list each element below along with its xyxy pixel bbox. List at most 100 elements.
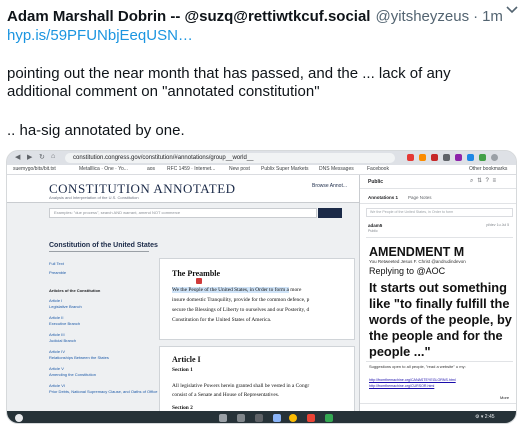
tweet-link[interactable]: hyp.is/59PFUNbjEeqUSN… <box>7 27 193 44</box>
toc-link[interactable]: Article V <box>49 366 64 371</box>
system-tray[interactable]: ⚙ ▾ 2:45 <box>475 414 495 420</box>
bookmark-item[interactable]: Publix Super Markets <box>261 166 309 172</box>
article-line-1: All legislative Powers herein granted sh… <box>172 383 310 389</box>
toc-heading: Articles of the Constitution <box>49 288 101 293</box>
app-icon[interactable] <box>255 414 263 422</box>
bookmark-item[interactable]: suemygo/bits/bit.txt <box>13 166 56 172</box>
divider <box>366 361 513 362</box>
browse-link[interactable]: Browse Annot... <box>312 183 347 189</box>
sidebar-footer <box>360 403 516 411</box>
annotation-timestamp[interactable]: yt/dev 1u Jul 5 <box>486 223 509 227</box>
retweet-line: You Retweeted Jesus F. Christ @andrudind… <box>369 259 466 264</box>
toc-link[interactable]: Full Text <box>49 261 64 266</box>
toc-link[interactable]: Prior Debts, National Supremacy Clause, … <box>49 389 157 394</box>
tweet-timestamp[interactable]: 1m <box>482 8 503 25</box>
amendment-heading: AMENDMENT M <box>369 245 465 259</box>
sidebar-toolbar: Public ⌕ ⇅ ? ≡ <box>360 175 516 189</box>
toc-link[interactable]: Article III <box>49 332 65 337</box>
reply-line: Replying to @AOC <box>369 266 446 276</box>
preamble-line-2: insure domestic Tranquility, provide for… <box>172 297 310 303</box>
hypothesis-sidebar: Public ⌕ ⇅ ? ≡ Annotations 1 Page Notes … <box>359 175 516 411</box>
article-card: Article I Section 1 All legislative Powe… <box>159 346 355 411</box>
annotation-author[interactable]: adam5 <box>368 223 382 228</box>
app-icon[interactable] <box>307 414 315 422</box>
attached-screenshot[interactable]: ◀ ▶ ↻ ⌂ constitution.congress.gov/consti… <box>6 150 517 424</box>
tweet-body-line-2: additional comment on "annotated constit… <box>7 83 320 100</box>
app-icon[interactable] <box>273 414 281 422</box>
preamble-card: The Preamble We the People of the United… <box>159 258 355 340</box>
toc-link[interactable]: Executive Branch <box>49 321 80 326</box>
more-button[interactable]: More <box>500 395 509 400</box>
toc-divider <box>49 251 149 252</box>
tab-page-notes[interactable]: Page Notes <box>408 195 432 200</box>
bookmark-item[interactable]: New post <box>229 166 250 172</box>
extension-icon[interactable] <box>419 154 426 161</box>
extension-icon[interactable] <box>443 154 450 161</box>
preamble-line-1[interactable]: We the People of the United States, in O… <box>172 287 301 293</box>
toc-link[interactable]: Article I <box>49 298 62 303</box>
author-display-name[interactable]: Adam Marshall Dobrin -- @suzq@rettiwtkcu… <box>7 8 370 25</box>
toc-link[interactable]: Article VI <box>49 383 65 388</box>
address-bar[interactable]: constitution.congress.gov/constitution/#… <box>65 153 395 163</box>
toc-link[interactable]: Amending the Constitution <box>49 372 96 377</box>
toc-link[interactable]: Judicial Branch <box>49 338 76 343</box>
bookmark-item[interactable]: DNS Messages <box>319 166 354 172</box>
annotation-link[interactable]: http://fromthemachine.org/CANASTEYEGLORN… <box>369 378 456 382</box>
divider <box>366 237 513 238</box>
toc-title: Constitution of the United States <box>49 242 158 249</box>
preamble-title: The Preamble <box>172 269 221 278</box>
quote-line: the people and for the <box>369 328 503 343</box>
annotation-group: Public <box>368 229 378 233</box>
home-icon[interactable]: ⌂ <box>51 153 55 160</box>
quote-line: like "to finally fulfill the <box>369 296 510 311</box>
site-search-input[interactable]: Examples: "due process", search AND warr… <box>49 208 317 218</box>
bookmark-item[interactable]: Facebook <box>367 166 389 172</box>
back-icon[interactable]: ◀ <box>15 153 20 161</box>
reload-icon[interactable]: ↻ <box>39 153 45 161</box>
sidebar-toolbar-icons[interactable]: ⌕ ⇅ ? ≡ <box>470 178 497 185</box>
annotation-link[interactable]: http://fromthemachine.org/CURSOR.html <box>369 384 434 388</box>
annotation-highlight[interactable]: We the People of the United States, in O… <box>172 287 289 293</box>
hypothesis-extension-icon[interactable] <box>431 154 438 161</box>
bookmark-item[interactable]: aos <box>147 166 155 172</box>
search-button[interactable] <box>318 208 342 218</box>
extension-icon[interactable] <box>455 154 462 161</box>
forward-icon[interactable]: ▶ <box>27 153 32 161</box>
tab-annotations[interactable]: Annotations 1 <box>368 195 398 200</box>
preamble-line-1-rest: more <box>288 287 302 293</box>
toc-link[interactable]: Relationships Between the States <box>49 355 109 360</box>
highlight-marker-icon[interactable] <box>196 278 202 284</box>
chrome-icon[interactable] <box>289 414 297 422</box>
suggestion-line: Suggestions open to all people, "read a … <box>369 364 466 369</box>
article-title: Article I <box>172 355 201 364</box>
browser-tab-bar: ◀ ▶ ↻ ⌂ constitution.congress.gov/consti… <box>7 151 516 165</box>
section-title: Section 1 <box>172 367 193 373</box>
author-handle[interactable]: @yitsheyzeus <box>375 8 469 25</box>
bookmark-item[interactable]: Metalllica · One · Yo... <box>79 166 128 172</box>
preamble-line-3: secure the Blessings of Liberty to ourse… <box>172 307 310 313</box>
annotation-quote[interactable]: We the People of the United States, in O… <box>366 208 513 217</box>
bookmarks-bar: suemygo/bits/bit.txt Metalllica · One · … <box>7 165 516 175</box>
toc-link[interactable]: Legislative Branch <box>49 304 82 309</box>
tab-divider <box>360 203 516 204</box>
app-icon[interactable] <box>237 414 245 422</box>
extension-icon[interactable] <box>407 154 414 161</box>
site-header: CONSTITUTION ANNOTATED Analysis and Inte… <box>7 175 359 203</box>
extension-icon[interactable] <box>467 154 474 161</box>
quote-line: It starts out something <box>369 280 507 295</box>
files-icon[interactable] <box>219 414 227 422</box>
group-selector[interactable]: Public <box>368 179 383 185</box>
toc-link[interactable]: Preamble <box>49 270 66 275</box>
extension-icon[interactable] <box>479 154 486 161</box>
chevron-down-icon[interactable] <box>505 2 519 16</box>
toc-link[interactable]: Article IV <box>49 349 65 354</box>
toc-link[interactable]: Article II <box>49 315 63 320</box>
bookmark-item[interactable]: RFC 1459 · Internet... <box>167 166 215 172</box>
profile-icon[interactable] <box>491 154 498 161</box>
tweet-body-line-1: pointing out the near month that has pas… <box>7 65 451 82</box>
launcher-icon[interactable] <box>15 414 23 422</box>
app-icon[interactable] <box>325 414 333 422</box>
preamble-line-4: Constitution for the United States of Am… <box>172 317 272 323</box>
os-shelf: ⚙ ▾ 2:45 <box>7 411 516 423</box>
other-bookmarks[interactable]: Other bookmarks <box>469 166 507 172</box>
